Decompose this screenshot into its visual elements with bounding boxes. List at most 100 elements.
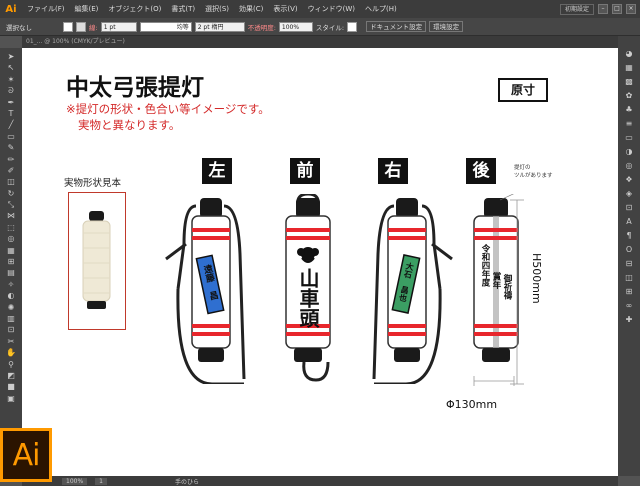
transparency-panel-icon[interactable]: ◑ [622,146,636,158]
illustrator-logo-icon: Ai [0,428,52,482]
rotate-tool-icon[interactable]: ↻ [4,189,18,199]
gradient-panel-icon[interactable]: ▭ [622,132,636,144]
opacity-label: 不透明度: [247,23,276,32]
scale-tool-icon[interactable]: ⤡ [4,200,18,210]
document-tab[interactable]: 01_... @ 100% (CMYK/プレビュー) [22,36,618,48]
app-logo-icon: Ai [5,3,17,15]
stroke-panel-icon[interactable]: ≡ [622,118,636,130]
control-bar: 選択なし 線: 1 pt 均等 2 pt 楕円 不透明度: 100% スタイル:… [0,18,640,36]
sample-label: 実物形状見本 [64,178,122,189]
menu-effect[interactable]: 効果(C) [234,4,268,14]
menu-help[interactable]: ヘルプ(H) [360,4,402,14]
current-tool-status: 手のひら [174,478,199,486]
style-swatch[interactable] [347,21,358,32]
opacity-input[interactable]: 100% [278,21,313,32]
brushes-panel-icon[interactable]: ✿ [622,90,636,102]
character-panel-icon[interactable]: A [622,216,636,228]
stroke-profile-dropdown[interactable]: 均等 [139,21,192,32]
tools-panel: ➤ ↖ ✶ ᘐ ✒ T ╱ ▭ ✎ ✏ ✐ ◫ ↻ ⤡ ⋈ ⬚ ◎ ▦ ⊞ ▤ … [0,48,22,428]
perspective-grid-icon[interactable]: ▦ [4,246,18,256]
opentype-panel-icon[interactable]: O [622,244,636,256]
gradient-tool-icon[interactable]: ▤ [4,268,18,278]
artboard-tool-icon[interactable]: ⊡ [4,325,18,335]
view-label-front: 前 [290,158,320,184]
selection-status: 選択なし [6,23,32,32]
width-tool-icon[interactable]: ⋈ [4,211,18,221]
rectangle-tool-icon[interactable]: ▭ [4,132,18,142]
document-setup-button[interactable]: ドキュメント設定 [366,21,427,32]
hand-tool-icon[interactable]: ✋ [4,348,18,358]
column-graph-icon[interactable]: ▥ [4,314,18,324]
close-icon[interactable]: × [626,4,636,14]
lantern-front-view: 山車頭 [285,194,331,382]
handle-note: 提灯の ツルがあります [514,164,553,180]
navigator-panel-icon[interactable]: ✚ [622,314,636,326]
menu-window[interactable]: ウィンドウ(W) [303,4,360,14]
symbol-sprayer-icon[interactable]: ✺ [4,303,18,313]
menu-view[interactable]: 表示(V) [268,4,302,14]
view-label-right: 右 [378,158,408,184]
lantern-right-view: 大石 昌也 [372,198,453,384]
maximize-icon[interactable]: □ [612,4,622,14]
pen-tool-icon[interactable]: ✒ [4,98,18,108]
color-guide-icon[interactable]: ▦ [622,62,636,74]
menu-select[interactable]: 選択(S) [200,4,234,14]
back-text-col1: 令和四年度 [480,243,491,287]
transform-panel-icon[interactable]: ⊞ [622,286,636,298]
menu-type[interactable]: 書式(T) [166,4,200,14]
brush-dropdown[interactable]: 2 pt 楕円 [194,21,245,32]
direct-selection-tool-icon[interactable]: ↖ [4,63,18,73]
pencil-tool-icon[interactable]: ✏ [4,155,18,165]
artboard-canvas[interactable]: 中太弓張提灯 ※提灯の形状・色合い等イメージです。 実物と異なります。 原寸 実… [22,48,618,476]
eraser-tool-icon[interactable]: ◫ [4,177,18,187]
magic-wand-icon[interactable]: ✶ [4,75,18,85]
stroke-swatch[interactable] [76,21,86,32]
line-tool-icon[interactable]: ╱ [4,120,18,130]
slice-tool-icon[interactable]: ✂ [4,337,18,347]
stroke-weight-input[interactable]: 1 pt [100,21,137,32]
style-label: スタイル: [315,23,345,32]
handle-note-line-2: ツルがあります [514,173,553,179]
zoom-tool-icon[interactable]: ⚲ [4,360,18,370]
shape-builder-icon[interactable]: ◎ [4,234,18,244]
preferences-button[interactable]: 環境設定 [429,21,464,32]
lasso-tool-icon[interactable]: ᘐ [4,86,18,96]
sample-lantern-photo [82,211,111,309]
paintbrush-tool-icon[interactable]: ✎ [4,143,18,153]
menu-object[interactable]: オブジェクト(O) [103,4,166,14]
layers-panel-icon[interactable]: ◈ [622,188,636,200]
menu-file[interactable]: ファイル(F) [22,4,70,14]
height-dimension-line [510,199,524,385]
artboard-navigator[interactable]: 1 [95,477,107,485]
view-label-left: 左 [202,158,232,184]
screen-mode-icon[interactable]: ▣ [4,394,18,404]
links-panel-icon[interactable]: ∞ [622,300,636,312]
fill-swatch[interactable] [63,21,73,32]
color-mode-icon[interactable]: ■ [4,382,18,392]
menu-edit[interactable]: 編集(E) [70,4,104,14]
selection-tool-icon[interactable]: ➤ [4,52,18,62]
sample-photo-frame [68,192,126,330]
color-panel-icon[interactable]: ◕ [622,48,636,60]
type-tool-icon[interactable]: T [4,109,18,119]
swatches-panel-icon[interactable]: ▩ [622,76,636,88]
eyedropper-icon[interactable]: ✧ [4,280,18,290]
minimize-icon[interactable]: – [598,4,608,14]
disclaimer-note: ※提灯の形状・色合い等イメージです。 実物と異なります。 [66,101,270,133]
pathfinder-panel-icon[interactable]: ◫ [622,272,636,284]
mesh-tool-icon[interactable]: ⊞ [4,257,18,267]
fill-stroke-icon[interactable]: ◩ [4,371,18,381]
zoom-level[interactable]: 100% [62,477,88,485]
free-transform-icon[interactable]: ⬚ [4,223,18,233]
graphic-styles-icon[interactable]: ❖ [622,174,636,186]
align-panel-icon[interactable]: ⊟ [622,258,636,270]
artboards-panel-icon[interactable]: ⊡ [622,202,636,214]
paragraph-panel-icon[interactable]: ¶ [622,230,636,242]
blob-brush-icon[interactable]: ✐ [4,166,18,176]
blend-tool-icon[interactable]: ◐ [4,291,18,301]
workspace-switcher[interactable]: 初期設定 [559,3,594,15]
front-main-text: 山車頭 [296,268,320,329]
appearance-panel-icon[interactable]: ◎ [622,160,636,172]
stroke-label: 線: [89,23,98,32]
symbols-panel-icon[interactable]: ♣ [622,104,636,116]
